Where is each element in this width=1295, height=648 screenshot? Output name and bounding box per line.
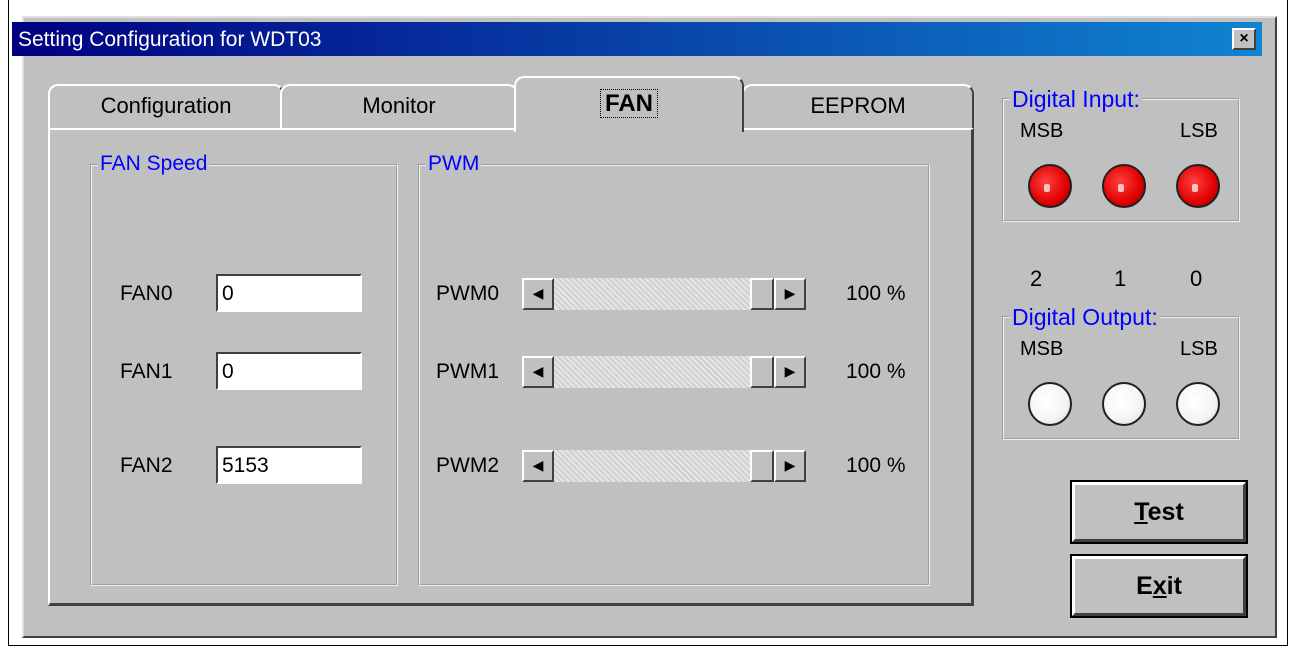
tab-label: Configuration <box>100 93 232 118</box>
digital-input-title: Digital Input: <box>1010 86 1142 113</box>
tab-fan[interactable]: FAN <box>514 76 744 132</box>
tab-strip: Configuration Monitor FAN EEPROM <box>48 76 974 132</box>
arrow-left-icon: ◀ <box>532 285 544 301</box>
digital-output-msb: MSB <box>1020 338 1064 360</box>
digital-input-msb: MSB <box>1020 120 1064 142</box>
arrow-right-icon: ▶ <box>784 363 796 379</box>
pwm2-value: 100 % <box>846 454 906 477</box>
scroll-left-button[interactable]: ◀ <box>522 450 554 482</box>
arrow-left-icon: ◀ <box>532 363 544 379</box>
fan2-field[interactable]: 5153 <box>216 446 362 484</box>
scroll-right-button[interactable]: ▶ <box>774 356 806 388</box>
slider-track[interactable] <box>554 450 774 482</box>
digital-input-led-2 <box>1028 164 1072 208</box>
tab-label: EEPROM <box>810 93 906 118</box>
fan0-label: FAN0 <box>120 282 173 305</box>
slider-track[interactable] <box>554 356 774 388</box>
bit-number-0: 0 <box>1190 266 1203 291</box>
digital-output-lsb: LSB <box>1180 338 1218 360</box>
pwm0-slider[interactable]: ◀ ▶ <box>522 278 806 310</box>
test-button[interactable]: Test <box>1070 480 1248 544</box>
pwm1-label: PWM1 <box>436 360 499 383</box>
exit-accel: x <box>1152 572 1167 600</box>
pwm1-value: 100 % <box>846 360 906 383</box>
pwm0-label: PWM0 <box>436 282 499 305</box>
tab-monitor[interactable]: Monitor <box>280 84 518 128</box>
pwm-group-title: PWM <box>426 152 482 176</box>
pwm2-label: PWM2 <box>436 454 499 477</box>
digital-output-led-0[interactable] <box>1176 382 1220 426</box>
digital-input-led-1 <box>1102 164 1146 208</box>
bit-number-2: 2 <box>1030 266 1043 291</box>
title-bar: Setting Configuration for WDT03 × <box>12 22 1262 56</box>
tab-eeprom[interactable]: EEPROM <box>742 84 974 128</box>
fan1-field[interactable]: 0 <box>216 352 362 390</box>
digital-input-led-0 <box>1176 164 1220 208</box>
digital-input-lsb: LSB <box>1180 120 1218 142</box>
tab-label: Monitor <box>362 93 436 118</box>
fan1-label: FAN1 <box>120 360 173 383</box>
digital-output-led-2[interactable] <box>1028 382 1072 426</box>
tab-configuration[interactable]: Configuration <box>48 84 284 128</box>
pwm1-slider[interactable]: ◀ ▶ <box>522 356 806 388</box>
slider-thumb[interactable] <box>750 278 774 310</box>
fan0-field[interactable]: 0 <box>216 274 362 312</box>
slider-thumb[interactable] <box>750 450 774 482</box>
test-label-rest: est <box>1147 498 1184 526</box>
scroll-left-button[interactable]: ◀ <box>522 278 554 310</box>
pwm0-value: 100 % <box>846 282 906 305</box>
exit-label-rest: it <box>1166 572 1182 600</box>
scroll-right-button[interactable]: ▶ <box>774 278 806 310</box>
arrow-right-icon: ▶ <box>784 285 796 301</box>
arrow-right-icon: ▶ <box>784 457 796 473</box>
close-icon: × <box>1239 30 1249 47</box>
arrow-left-icon: ◀ <box>532 457 544 473</box>
close-button[interactable]: × <box>1232 28 1256 50</box>
bit-number-1: 1 <box>1114 266 1127 291</box>
pwm2-slider[interactable]: ◀ ▶ <box>522 450 806 482</box>
window-title: Setting Configuration for WDT03 <box>18 28 322 51</box>
scroll-left-button[interactable]: ◀ <box>522 356 554 388</box>
tab-label: FAN <box>600 89 658 118</box>
digital-output-led-1[interactable] <box>1102 382 1146 426</box>
exit-label-start: E <box>1136 572 1153 600</box>
slider-track[interactable] <box>554 278 774 310</box>
slider-thumb[interactable] <box>750 356 774 388</box>
fan-speed-group-title: FAN Speed <box>98 152 210 176</box>
scroll-right-button[interactable]: ▶ <box>774 450 806 482</box>
exit-button[interactable]: Exit <box>1070 554 1248 618</box>
digital-output-title: Digital Output: <box>1010 304 1160 331</box>
test-accel: T <box>1134 498 1148 526</box>
fan2-label: FAN2 <box>120 454 173 477</box>
